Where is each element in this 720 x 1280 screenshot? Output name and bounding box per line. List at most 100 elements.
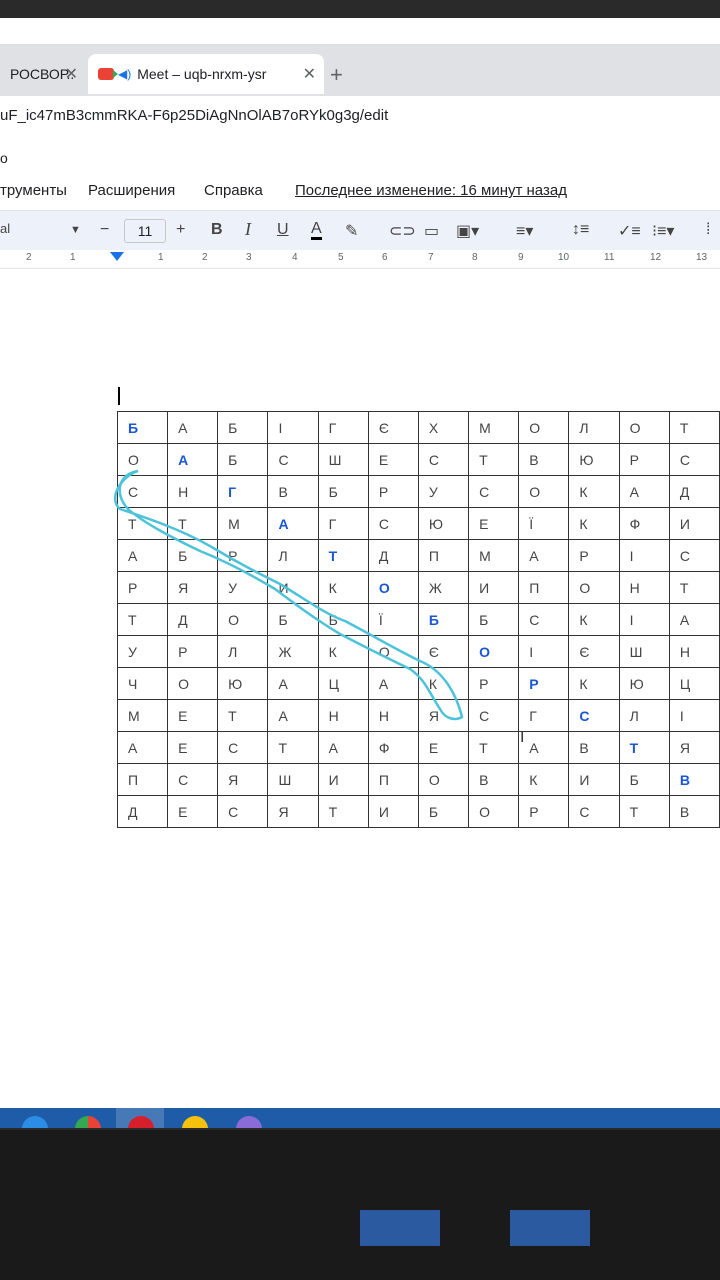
grid-cell[interactable]: А [618,475,670,508]
menu-tools[interactable]: трументы [0,182,67,199]
grid-cell[interactable]: Г [317,507,369,540]
address-bar[interactable]: uF_ic47mB3cmmRKA-F6p25DiAgNnOlAB7oRYk0g3… [0,96,720,139]
last-edit-link[interactable]: Последнее изменение: 16 минут назад [295,182,567,199]
checklist-icon[interactable]: ✓≡ [618,221,641,241]
grid-cell[interactable]: О [568,571,620,604]
grid-cell[interactable]: І [668,699,720,732]
crossword-grid[interactable]: БАБІГЄХМОЛОТОАБСШЕСТВЮРССНГВБРУСОКАДТТМА… [116,411,720,828]
grid-cell[interactable]: І [618,539,670,572]
grid-cell[interactable]: Ї [367,603,419,636]
grid-cell[interactable]: Е [417,731,470,764]
grid-cell[interactable]: Т [468,731,520,764]
grid-cell[interactable]: Н [317,699,369,732]
grid-cell[interactable]: М [116,699,169,732]
grid-cell[interactable]: А [267,507,319,540]
grid-cell[interactable]: С [217,731,269,764]
decrease-font-size-button[interactable]: − [100,221,109,239]
grid-cell[interactable]: Ю [618,667,670,700]
grid-cell[interactable]: Б [217,443,269,476]
grid-cell[interactable]: Ш [267,763,319,796]
grid-cell[interactable]: Р [518,795,570,828]
bulleted-list-icon[interactable]: ⁝≡▾ [652,221,674,241]
grid-cell[interactable]: У [217,571,269,604]
grid-cell[interactable]: І [518,635,570,668]
ruler[interactable]: 2 1 1 2 3 4 5 6 7 8 9 10 11 12 13 [0,250,720,269]
grid-cell[interactable]: П [367,763,419,796]
grid-cell[interactable]: С [116,475,169,508]
chevron-down-icon[interactable]: ▼ [70,224,81,236]
grid-cell[interactable]: Ц [668,667,720,700]
grid-cell[interactable]: О [618,411,670,444]
new-tab-button[interactable]: + [330,62,343,88]
grid-cell[interactable]: Ш [618,635,670,668]
grid-cell[interactable]: С [668,539,720,572]
grid-cell[interactable]: Т [116,507,169,540]
grid-cell[interactable]: Ю [568,443,620,476]
grid-cell[interactable]: Т [668,571,720,604]
grid-cell[interactable]: Е [367,443,419,476]
grid-cell[interactable]: Ф [367,731,419,764]
grid-cell[interactable]: О [468,635,520,668]
grid-cell[interactable]: К [568,603,620,636]
grid-cell[interactable]: Б [267,603,319,636]
italic-button[interactable]: I [245,219,251,240]
highlight-pen-icon[interactable]: ✎ [345,221,358,241]
grid-cell[interactable]: Д [367,539,419,572]
grid-cell[interactable]: Е [167,731,219,764]
grid-cell[interactable]: Т [116,603,169,636]
tab-meet[interactable]: ◀) Meet – uqb-nrxm-ysr ✕ [88,54,324,94]
grid-cell[interactable]: Ш [317,443,369,476]
underline-button[interactable]: U [277,221,289,239]
grid-cell[interactable]: К [317,635,369,668]
grid-cell[interactable]: Б [167,539,219,572]
grid-cell[interactable]: Ф [618,507,670,540]
grid-cell[interactable]: Б [217,411,269,444]
grid-cell[interactable]: Е [167,699,219,732]
grid-cell[interactable]: А [167,411,219,444]
close-icon[interactable]: ✕ [303,64,316,84]
drive-icon[interactable] [182,1116,208,1128]
grid-cell[interactable]: Л [618,699,670,732]
grid-cell[interactable]: Д [116,795,169,828]
grid-cell[interactable]: Л [217,635,269,668]
document-page[interactable]: БАБІГЄХМОЛОТОАБСШЕСТВЮРССНГВБРУСОКАДТТМА… [0,269,720,1127]
menu-help[interactable]: Справка [204,182,263,199]
grid-cell[interactable]: Н [618,571,670,604]
grid-cell[interactable]: С [367,507,419,540]
grid-cell[interactable]: Ц [317,667,369,700]
grid-cell[interactable]: Ж [417,571,470,604]
grid-cell[interactable]: О [417,763,470,796]
image-icon[interactable]: ▣▾ [456,221,479,241]
grid-cell[interactable]: Є [367,411,419,444]
grid-cell[interactable]: И [267,571,319,604]
grid-cell[interactable]: И [668,507,720,540]
grid-cell[interactable]: И [468,571,520,604]
grid-cell[interactable]: С [518,603,570,636]
grid-cell[interactable]: Л [568,411,620,444]
grid-cell[interactable]: А [267,667,319,700]
grid-cell[interactable]: У [116,635,169,668]
grid-cell[interactable]: Б [468,603,520,636]
grid-cell[interactable]: К [417,667,470,700]
grid-cell[interactable]: В [267,475,319,508]
grid-cell[interactable]: Т [167,507,219,540]
grid-cell[interactable]: О [518,411,570,444]
grid-cell[interactable]: К [568,667,620,700]
grid-cell[interactable]: Б [417,795,470,828]
chrome-icon[interactable] [75,1116,101,1128]
grid-cell[interactable]: С [468,699,520,732]
grid-cell[interactable]: С [468,475,520,508]
grid-cell[interactable]: Ч [116,667,169,700]
grid-cell[interactable]: О [518,475,570,508]
grid-cell[interactable]: А [116,539,169,572]
grid-cell[interactable]: Г [518,699,570,732]
grid-cell[interactable]: М [468,539,520,572]
grid-cell[interactable]: Р [367,475,419,508]
grid-cell[interactable]: П [417,539,470,572]
grid-cell[interactable]: У [417,475,470,508]
grid-cell[interactable]: С [417,443,470,476]
grid-cell[interactable]: Т [618,731,670,764]
grid-cell[interactable]: Я [167,571,219,604]
grid-cell[interactable]: Б [417,603,470,636]
grid-cell[interactable]: И [367,795,419,828]
